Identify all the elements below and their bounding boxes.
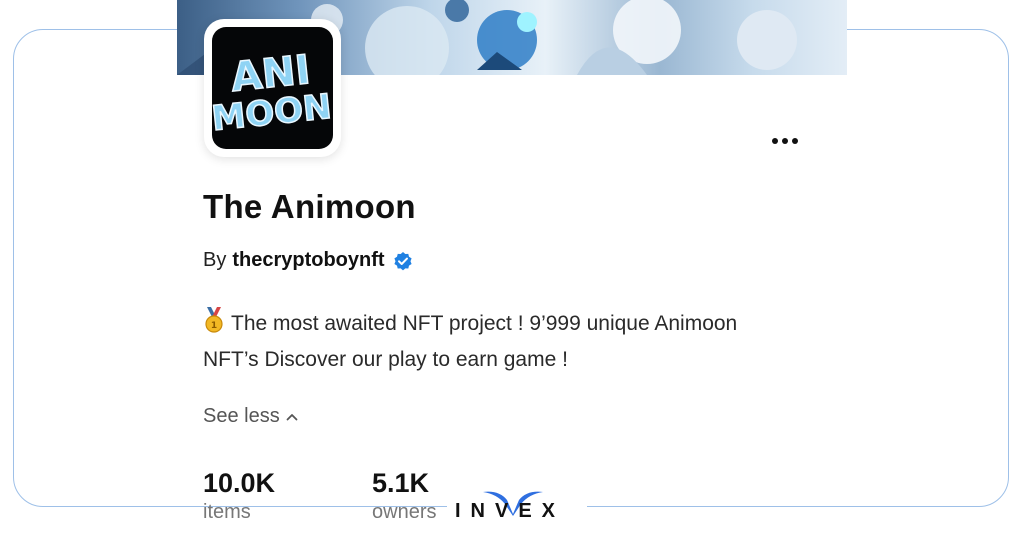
description-text: The most awaited NFT project ! 9’999 uni… — [203, 312, 738, 371]
stat-label: owners — [372, 501, 437, 523]
verified-badge-icon — [393, 251, 413, 271]
svg-text:MOON: MOON — [212, 87, 333, 139]
creator-byline: By thecryptoboynft — [203, 249, 413, 272]
stat-value: 10.0K — [203, 468, 276, 498]
see-less-toggle[interactable]: See less — [203, 405, 298, 428]
stat-owners: 5.1K owners — [372, 468, 436, 524]
more-options-button[interactable] — [768, 130, 802, 152]
creator-link[interactable]: thecryptoboynft — [232, 249, 384, 272]
collection-avatar[interactable]: ANI MOON — [204, 19, 341, 157]
by-prefix: By — [203, 249, 227, 271]
chevron-up-icon — [286, 413, 298, 420]
see-less-label: See less — [203, 405, 280, 427]
stat-items: 10.0K items — [203, 468, 275, 524]
stat-value: 5.1K — [372, 468, 430, 498]
watermark-text: INVEX — [455, 500, 566, 522]
stat-label: items — [203, 501, 251, 523]
more-horizontal-icon — [772, 138, 798, 144]
collection-title: The Animoon — [203, 188, 416, 225]
invex-watermark: INVEX — [447, 484, 587, 536]
medal-icon: 1 — [203, 307, 227, 343]
screenshot-frame — [13, 29, 1009, 507]
animoon-logo: ANI MOON — [212, 27, 333, 149]
collection-description: 1 The most awaited NFT project ! 9’999 u… — [203, 307, 763, 376]
svg-text:1: 1 — [211, 321, 217, 331]
